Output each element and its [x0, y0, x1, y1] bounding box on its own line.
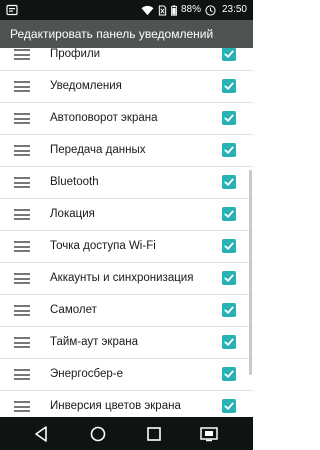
checkbox[interactable]	[222, 367, 236, 381]
list-item-label: Локация	[50, 208, 95, 220]
no-sim-icon	[158, 5, 167, 15]
list-item[interactable]: Локация	[0, 199, 253, 231]
checkmark-icon	[224, 178, 234, 186]
home-icon	[90, 426, 106, 442]
app-bar: Редактировать панель уведомлений	[0, 20, 253, 48]
quick-settings-list[interactable]: Профили Уведомления Автоповорот экрана Пере…	[0, 48, 253, 417]
checkbox[interactable]	[222, 143, 236, 157]
screen-switch-button[interactable]	[198, 423, 220, 445]
list-item[interactable]: Тайм-аут экрана	[0, 327, 253, 359]
checkbox[interactable]	[222, 239, 236, 253]
checkmark-icon	[224, 370, 234, 378]
recents-icon	[147, 427, 161, 441]
list-item-label: Автоповорот экрана	[50, 112, 158, 124]
drag-handle-icon[interactable]	[14, 273, 30, 284]
checkbox[interactable]	[222, 335, 236, 349]
list-item[interactable]: Автоповорот экрана	[0, 103, 253, 135]
back-icon	[35, 426, 47, 442]
drag-handle-icon[interactable]	[14, 401, 30, 412]
checkmark-icon	[224, 114, 234, 122]
checkmark-icon	[224, 338, 234, 346]
recents-button[interactable]	[143, 423, 165, 445]
checkmark-icon	[224, 210, 234, 218]
status-time: 23:50	[221, 4, 247, 15]
checkmark-icon	[224, 274, 234, 282]
scrollbar[interactable]	[249, 170, 252, 375]
drag-handle-icon[interactable]	[14, 369, 30, 380]
list-item[interactable]: Самолет	[0, 295, 253, 327]
checkmark-icon	[224, 306, 234, 314]
drag-handle-icon[interactable]	[14, 81, 30, 92]
list-item[interactable]: Энергосбер-е	[0, 359, 253, 391]
list-item[interactable]: Передача данных	[0, 135, 253, 167]
list-item[interactable]: Уведомления	[0, 71, 253, 103]
checkbox[interactable]	[222, 303, 236, 317]
drag-handle-icon[interactable]	[14, 113, 30, 124]
wifi-icon	[141, 5, 154, 15]
drag-handle-icon[interactable]	[14, 145, 30, 156]
checkbox[interactable]	[222, 111, 236, 125]
list-item-label: Энергосбер-е	[50, 368, 123, 380]
drag-handle-icon[interactable]	[14, 209, 30, 220]
list-item-label: Профили	[50, 48, 101, 60]
list-item-label: Тайм-аут экрана	[50, 336, 138, 348]
checkmark-icon	[224, 402, 234, 410]
list-item-label: Инверсия цветов экрана	[50, 400, 181, 412]
battery-icon	[170, 4, 177, 16]
list-item-label: Точка доступа Wi-Fi	[50, 240, 156, 252]
list-item[interactable]: Bluetooth	[0, 167, 253, 199]
notification-icon	[6, 4, 18, 16]
checkbox[interactable]	[222, 175, 236, 189]
list-item[interactable]: Точка доступа Wi-Fi	[0, 231, 253, 263]
list-item-label: Bluetooth	[50, 176, 99, 188]
drag-handle-icon[interactable]	[14, 177, 30, 188]
navigation-bar	[0, 417, 253, 450]
checkbox[interactable]	[222, 207, 236, 221]
checkbox[interactable]	[222, 399, 236, 413]
drag-handle-icon[interactable]	[14, 337, 30, 348]
checkmark-icon	[224, 242, 234, 250]
list-item[interactable]: Профили	[0, 48, 253, 71]
back-button[interactable]	[31, 423, 53, 445]
list-item-label: Самолет	[50, 304, 97, 316]
drag-handle-icon[interactable]	[14, 49, 30, 60]
status-bar: 88% 23:50	[0, 0, 253, 20]
checkmark-icon	[224, 146, 234, 154]
checkmark-icon	[224, 82, 234, 90]
checkbox[interactable]	[222, 271, 236, 285]
checkbox[interactable]	[222, 79, 236, 93]
list-item[interactable]: Аккаунты и синхронизация	[0, 263, 253, 295]
screen-switch-icon	[200, 427, 218, 442]
drag-handle-icon[interactable]	[14, 241, 30, 252]
drag-handle-icon[interactable]	[14, 305, 30, 316]
checkbox[interactable]	[222, 48, 236, 61]
page-title: Редактировать панель уведомлений	[10, 27, 214, 41]
home-button[interactable]	[87, 423, 109, 445]
battery-percent: 88%	[180, 4, 201, 15]
clock-icon	[205, 4, 216, 16]
list-item-label: Передача данных	[50, 144, 146, 156]
list-item[interactable]: Инверсия цветов экрана	[0, 391, 253, 417]
list-item-label: Аккаунты и синхронизация	[50, 272, 194, 284]
checkmark-icon	[224, 50, 234, 58]
list-item-label: Уведомления	[50, 80, 122, 92]
